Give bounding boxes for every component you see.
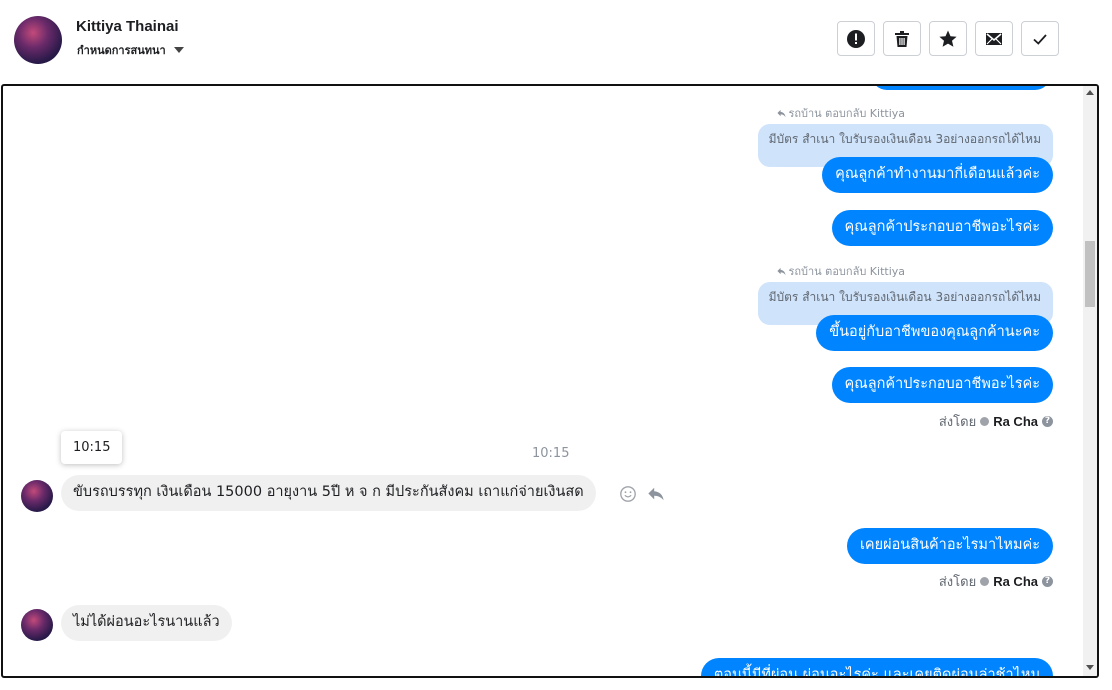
header-actions: [837, 21, 1059, 56]
reply-meta-text: รถบ้าน ตอบกลับ Kittiya: [788, 107, 905, 120]
mark-spam-button[interactable]: [837, 21, 875, 56]
message-bubble-outgoing-partial: [871, 86, 1051, 90]
reply-icon[interactable]: [647, 485, 665, 503]
sent-by-label: ส่งโดย: [938, 415, 977, 430]
mark-unread-button[interactable]: [975, 21, 1013, 56]
delete-button[interactable]: [883, 21, 921, 56]
scrollbar[interactable]: [1083, 86, 1097, 676]
reply-meta: รถบ้าน ตอบกลับ Kittiya: [777, 262, 905, 280]
contact-avatar-small[interactable]: [21, 480, 53, 512]
message-bubble-outgoing[interactable]: คุณลูกค้าประกอบอาชีพอะไรค่ะ: [831, 367, 1053, 403]
message-bubble-outgoing[interactable]: คุณลูกค้าทำงานมากี่เดือนแล้วค่ะ: [822, 157, 1053, 193]
reply-icon: [777, 267, 786, 275]
conversation-status-dropdown[interactable]: กำหนดการสนทนา: [77, 41, 184, 59]
emoji-icon[interactable]: [619, 485, 637, 503]
scroll-down-arrow-icon[interactable]: [1086, 665, 1094, 670]
check-icon: [1033, 33, 1047, 45]
scroll-up-arrow-icon[interactable]: [1086, 90, 1094, 95]
reply-meta-text: รถบ้าน ตอบกลับ Kittiya: [788, 265, 905, 278]
message-bubble-incoming[interactable]: ขับรถบรรทุก เงินเดือน 15000 อายุงาน 5ปี …: [61, 475, 596, 511]
message-bubble-incoming[interactable]: ไม่ได้ผ่อนอะไรนานแล้ว: [61, 605, 232, 641]
contact-name[interactable]: Kittiya Thainai: [76, 18, 179, 35]
time-divider: 10:15: [532, 446, 570, 461]
star-icon: [939, 30, 957, 47]
contact-avatar-small[interactable]: [21, 609, 53, 641]
star-button[interactable]: [929, 21, 967, 56]
message-bubble-outgoing[interactable]: ขึ้นอยู่กับอาชีพของคุณลูกค้านะคะ: [816, 315, 1053, 351]
message-thread[interactable]: รถบ้าน ตอบกลับ Kittiya มีบัตร สำเนา ใบรั…: [1, 84, 1099, 678]
conversation-status-label: กำหนดการสนทนา: [77, 44, 166, 57]
caret-down-icon: [173, 47, 184, 53]
sent-by-agent[interactable]: Ra Cha: [993, 574, 1038, 589]
message-bubble-outgoing[interactable]: เคยผ่อนสินค้าอะไรมาไหมค่ะ: [846, 528, 1053, 564]
message-bubble-outgoing[interactable]: คุณลูกค้าประกอบอาชีพอะไรค่ะ: [831, 210, 1053, 246]
help-icon[interactable]: ?: [1042, 576, 1053, 587]
message-tools: [619, 485, 665, 503]
verified-icon: [980, 577, 990, 586]
contact-avatar[interactable]: [14, 16, 62, 64]
reply-icon: [777, 109, 786, 117]
sent-by-info: ส่งโดย Ra Cha ?: [939, 571, 1053, 592]
trash-icon: [895, 30, 909, 47]
sent-by-label: ส่งโดย: [938, 575, 977, 590]
verified-icon: [980, 417, 990, 426]
reply-meta: รถบ้าน ตอบกลับ Kittiya: [777, 104, 905, 122]
conversation-header: Kittiya Thainai กำหนดการสนทนา: [0, 0, 1112, 84]
help-icon[interactable]: ?: [1042, 416, 1053, 427]
mark-done-button[interactable]: [1021, 21, 1059, 56]
envelope-icon: [986, 32, 1002, 45]
message-bubble-outgoing[interactable]: ตอนนี้มีที่ผ่อน ผ่อนอะไรค่ะ และเคยติดผ่อ…: [700, 658, 1053, 676]
alert-icon: [847, 29, 865, 48]
sent-by-info: ส่งโดย Ra Cha ?: [939, 411, 1053, 432]
sent-by-agent[interactable]: Ra Cha: [993, 414, 1038, 429]
timestamp-tooltip: 10:15: [61, 431, 123, 464]
scrollbar-thumb[interactable]: [1085, 241, 1095, 307]
